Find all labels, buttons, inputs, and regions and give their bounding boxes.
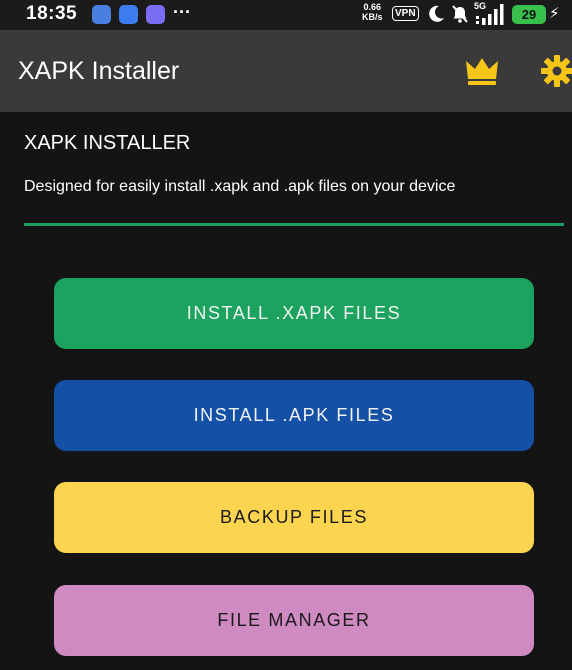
page-description: Designed for easily install .xapk and .a… bbox=[24, 178, 456, 195]
crown-icon[interactable] bbox=[464, 55, 500, 87]
network-speed-value: 0.66 bbox=[363, 2, 382, 12]
signal-strength-icon bbox=[476, 4, 504, 25]
install-xapk-label: INSTALL .XAPK FILES bbox=[186, 303, 402, 323]
app-notification-icon bbox=[119, 5, 138, 24]
maps-notification-icon bbox=[92, 5, 111, 24]
do-not-disturb-moon-icon bbox=[429, 5, 444, 22]
install-apk-button[interactable]: INSTALL .APK FILES bbox=[54, 380, 534, 451]
gear-icon[interactable] bbox=[540, 54, 572, 88]
chat-notification-icon bbox=[146, 5, 165, 24]
vpn-badge: VPN bbox=[392, 6, 419, 21]
notifications-muted-icon bbox=[452, 5, 468, 23]
install-xapk-button[interactable]: INSTALL .XAPK FILES bbox=[54, 278, 534, 349]
status-time: 18:35 bbox=[26, 3, 78, 24]
status-bar: 18:35 ··· 0.66 KB/s VPN 5G 29 ⚡ bbox=[0, 0, 572, 30]
divider bbox=[24, 223, 564, 226]
charging-icon: ⚡ bbox=[549, 5, 560, 22]
install-apk-label: INSTALL .APK FILES bbox=[193, 405, 395, 425]
network-speed: 0.66 KB/s bbox=[362, 2, 383, 22]
backup-files-label: BACKUP FILES bbox=[220, 507, 368, 527]
page-heading: XAPK INSTALLER bbox=[24, 132, 191, 154]
main-content: XAPK INSTALLER Designed for easily insta… bbox=[0, 112, 572, 670]
network-speed-unit: KB/s bbox=[362, 12, 383, 22]
more-notifications-icon: ··· bbox=[173, 2, 191, 22]
app-bar: XAPK Installer bbox=[0, 30, 572, 112]
file-manager-button[interactable]: FILE MANAGER bbox=[54, 585, 534, 656]
app-title: XAPK Installer bbox=[18, 57, 180, 85]
file-manager-label: FILE MANAGER bbox=[217, 610, 371, 630]
backup-files-button[interactable]: BACKUP FILES bbox=[54, 482, 534, 553]
battery-indicator: 29 bbox=[512, 5, 546, 24]
